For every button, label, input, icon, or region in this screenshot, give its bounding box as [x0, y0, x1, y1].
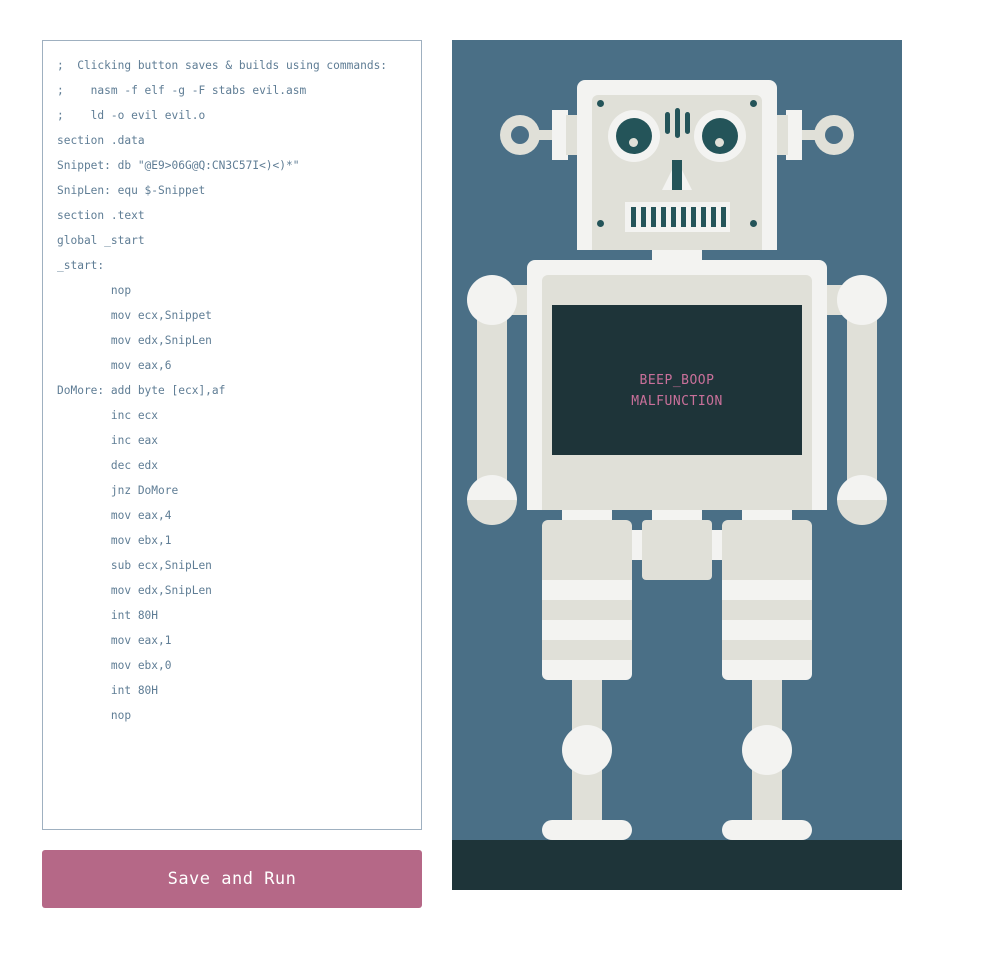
forehead-vent	[685, 112, 690, 134]
right-ear-rod	[800, 130, 816, 140]
code-line: section .text	[57, 209, 145, 222]
right-eye-glint	[715, 138, 724, 147]
bolt-icon	[597, 100, 604, 107]
code-line: mov ecx,Snippet	[57, 309, 212, 322]
tooth	[651, 207, 656, 227]
right-shoulder	[837, 275, 887, 325]
code-line: inc ecx	[57, 409, 159, 422]
code-line: mov eax,1	[57, 634, 172, 647]
left-foot	[542, 820, 632, 840]
left-hand	[467, 475, 517, 525]
code-line: mov eax,4	[57, 509, 172, 522]
code-line: mov edx,SnipLen	[57, 334, 212, 347]
code-line: DoMore: add byte [ecx],af	[57, 384, 226, 397]
code-line: mov edx,SnipLen	[57, 584, 212, 597]
right-hand	[837, 475, 887, 525]
left-arm	[477, 310, 507, 490]
left-shoulder	[467, 275, 517, 325]
code-line: int 80H	[57, 684, 159, 697]
code-line: ; nasm -f elf -g -F stabs evil.asm	[57, 84, 307, 97]
nose-bar	[672, 160, 682, 190]
code-line: jnz DoMore	[57, 484, 179, 497]
left-eye-glint	[629, 138, 638, 147]
hip-connector	[742, 510, 792, 520]
right-ear-ring-hole	[825, 126, 843, 144]
right-ear-joint	[776, 115, 788, 155]
right-thigh	[722, 520, 812, 680]
code-line: Snippet: db "@E9>06G@Q:CN3C57I<)<)*"	[57, 159, 300, 172]
code-line: ; ld -o evil evil.o	[57, 109, 206, 122]
save-and-run-button[interactable]: Save and Run	[42, 850, 422, 908]
tooth	[671, 207, 676, 227]
screen-text-line2: MALFUNCTION	[631, 394, 723, 409]
right-ear-plate	[786, 110, 802, 160]
code-line: _start:	[57, 259, 105, 272]
forehead-vent	[675, 108, 680, 138]
code-line: mov ebx,0	[57, 659, 172, 672]
code-line: sub ecx,SnipLen	[57, 559, 212, 572]
left-ear-ring-hole	[511, 126, 529, 144]
tooth	[711, 207, 716, 227]
code-line: mov eax,6	[57, 359, 172, 372]
code-line: mov ebx,1	[57, 534, 172, 547]
pelvis-block	[642, 520, 712, 580]
bolt-icon	[750, 220, 757, 227]
code-line: dec edx	[57, 459, 159, 472]
right-arm	[847, 310, 877, 490]
code-line: SnipLen: equ $-Snippet	[57, 184, 206, 197]
tooth	[631, 207, 636, 227]
floor	[452, 840, 902, 890]
left-thigh	[542, 520, 632, 680]
bolt-icon	[597, 220, 604, 227]
code-line: inc eax	[57, 434, 159, 447]
tooth	[661, 207, 666, 227]
left-knee	[562, 725, 612, 775]
right-knee	[742, 725, 792, 775]
code-line: int 80H	[57, 609, 159, 622]
right-foot	[722, 820, 812, 840]
hip-connector	[562, 510, 612, 520]
code-line: ; Clicking button saves & builds using c…	[57, 59, 388, 72]
code-editor[interactable]: ; Clicking button saves & builds using c…	[42, 40, 422, 830]
tooth	[701, 207, 706, 227]
code-line: global _start	[57, 234, 145, 247]
bolt-icon	[750, 100, 757, 107]
tooth	[691, 207, 696, 227]
screen-text-line1: BEEP_BOOP	[639, 373, 715, 388]
forehead-vent	[665, 112, 670, 134]
tooth	[721, 207, 726, 227]
hip-connector	[652, 510, 702, 520]
code-line: section .data	[57, 134, 145, 147]
code-lines: ; Clicking button saves & builds using c…	[57, 58, 387, 733]
robot-stage: BEEP_BOOP MALFUNCTION	[452, 40, 902, 890]
left-eye-pupil	[616, 118, 652, 154]
tooth	[681, 207, 686, 227]
code-line: nop	[57, 709, 132, 722]
code-line: nop	[57, 284, 132, 297]
right-eye-pupil	[702, 118, 738, 154]
chest-screen: BEEP_BOOP MALFUNCTION	[552, 305, 802, 455]
tooth	[641, 207, 646, 227]
